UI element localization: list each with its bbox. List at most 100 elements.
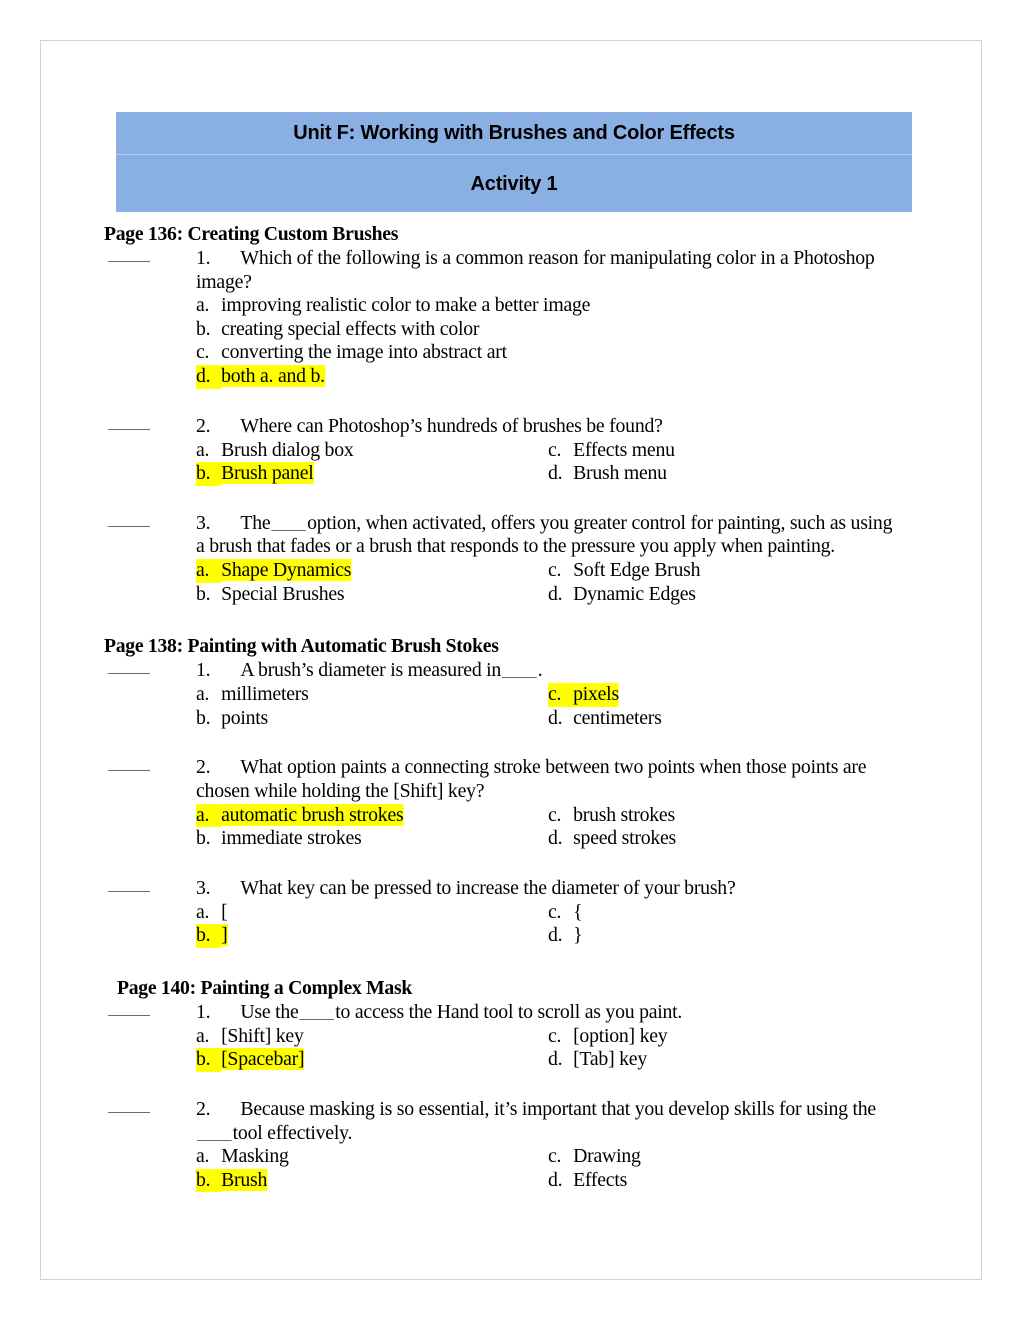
question-number: 3. [196,876,211,899]
question-text: What key can be pressed to increase the … [240,876,736,899]
question-stem: 3. The option, when activated, offers you … [196,512,904,559]
option-a[interactable]: a. millimeters [196,683,309,707]
option-a[interactable]: a. improving realistic color to make a be… [196,294,590,318]
option-row: b. Special Brushes d. Dynamic Edges [196,583,904,607]
question-number: 1. [196,1000,211,1023]
option-text: millimeters [221,683,309,706]
option-a[interactable]: a. [Shift] key [196,1025,304,1049]
option-c[interactable]: c. Effects menu [548,439,675,463]
section-heading-page-140: Page 140: Painting a Complex Mask [117,976,412,999]
option-text: Brush panel [221,462,314,485]
option-text: { [573,900,583,923]
question-stem: 3. What key can be pressed to increase th… [196,877,904,901]
option-letter: b. [196,924,222,948]
option-b[interactable]: b. points [196,707,268,731]
option-b[interactable]: b. Special Brushes [196,583,345,607]
option-letter: c. [548,683,562,706]
option-letter: d. [548,924,563,947]
option-text: [Tab] key [573,1048,647,1071]
question-block: 1. Use the to access the Hand tool to scro… [104,1001,904,1025]
answer-blank-line[interactable] [108,890,150,892]
option-letter: d. [548,706,563,729]
option-d-highlighted[interactable]: d. both a. and b. [196,364,325,389]
unit-title-row: Unit F: Working with Brushes and Color E… [116,112,912,155]
option-b-highlighted[interactable]: b. Brush [196,1168,268,1193]
answer-blank-line[interactable] [108,673,150,675]
question-block: 1. A brush’s diameter is measured in. [104,659,904,683]
option-row: a. [Shift] key c. [option] key [196,1025,904,1049]
answer-blank-line[interactable] [108,261,150,262]
option-text: Effects menu [573,438,675,461]
option-c[interactable]: c. [option] key [548,1025,668,1049]
option-c[interactable]: c. Drawing [548,1145,641,1169]
option-b-highlighted[interactable]: b. Brush panel [196,462,314,486]
question-block: 2. What option paints a connecting stroke… [104,756,904,803]
question-number: 2. [196,756,211,779]
option-text: centimeters [573,706,662,729]
question-number: 1. [196,659,211,682]
question-text-part1: A brush’s diameter is measured in [240,659,502,682]
option-letter: c. [196,341,210,364]
option-letter: d. [548,582,563,605]
option-b[interactable]: b. creating special effects with color [196,318,479,342]
option-c[interactable]: c. Soft Edge Brush [548,559,700,583]
option-text: } [573,924,583,947]
option-text: Masking [221,1145,289,1168]
option-c[interactable]: c. { [548,900,583,925]
option-c[interactable]: c. brush strokes [548,804,675,828]
question-block: 2. Where can Photoshop’s hundreds of brus… [104,415,904,439]
option-a[interactable]: a. Masking [196,1145,289,1169]
option-c-highlighted[interactable]: c. pixels [548,683,619,707]
answer-blank-line[interactable] [108,1112,150,1114]
option-b-highlighted[interactable]: b.] [196,924,228,948]
option-letter: c. [548,558,562,581]
answer-blank-line[interactable] [108,428,150,430]
option-a[interactable]: a. [ [196,900,228,925]
option-d[interactable]: d. Effects [548,1169,627,1193]
question-text: What option paints a connecting stroke b… [196,756,867,802]
option-text: ] [221,924,228,947]
answer-blank-line[interactable] [108,770,150,772]
option-letter: a. [196,683,210,706]
unit-header-table: Unit F: Working with Brushes and Color E… [116,112,912,212]
option-row: b. points d. centimeters [196,707,904,731]
option-text: speed strokes [573,827,676,850]
option-row: a. improving realistic color to make a be… [196,294,904,318]
option-b[interactable]: b. immediate strokes [196,827,362,851]
option-text: both a. and b. [221,364,325,387]
section-heading-page-136: Page 136: Creating Custom Brushes [104,223,399,245]
question-block: 3. What key can be pressed to increase th… [104,877,904,901]
option-letter: d. [548,827,563,850]
option-d[interactable]: d. Brush menu [548,462,667,486]
unit-title: Unit F: Working with Brushes and Color E… [293,122,735,144]
option-text: Brush menu [573,462,667,485]
option-letter: b. [196,1168,222,1193]
option-a-highlighted[interactable]: a. automatic brush strokes [196,803,404,828]
question-stem: 2. Because masking is so essential, it’s … [196,1098,904,1145]
option-c[interactable]: c. converting the image into abstract art [196,341,507,365]
activity-title: Activity 1 [470,173,558,195]
option-row: a. [ c. { [196,901,904,925]
answer-blank-line[interactable] [108,1014,150,1016]
option-d[interactable]: d. centimeters [548,707,662,731]
question-text-part2: tool effectively. [232,1121,353,1144]
option-d[interactable]: d.} [548,924,583,948]
option-letter: a. [196,900,210,923]
option-a[interactable]: a. Brush dialog box [196,439,354,463]
option-letter: b. [196,706,211,729]
option-letter: c. [548,1145,562,1168]
option-row: a. millimeters c. pixels [196,683,904,707]
option-d[interactable]: d. speed strokes [548,827,676,851]
inline-blank [299,1018,335,1020]
option-d[interactable]: d. [Tab] key [548,1048,647,1072]
option-text: converting the image into abstract art [221,341,507,364]
option-b-highlighted[interactable]: b. [Spacebar] [196,1048,305,1073]
option-text: Brush [221,1168,268,1191]
option-a-highlighted[interactable]: a. Shape Dynamics [196,558,351,583]
option-letter: b. [196,827,211,850]
option-d[interactable]: d. Dynamic Edges [548,583,696,607]
option-letter: b. [196,317,211,340]
answer-blank-line[interactable] [108,525,150,527]
option-text: creating special effects with color [221,317,480,340]
question-stem: 1. Which of the following is a common rea… [196,247,904,294]
